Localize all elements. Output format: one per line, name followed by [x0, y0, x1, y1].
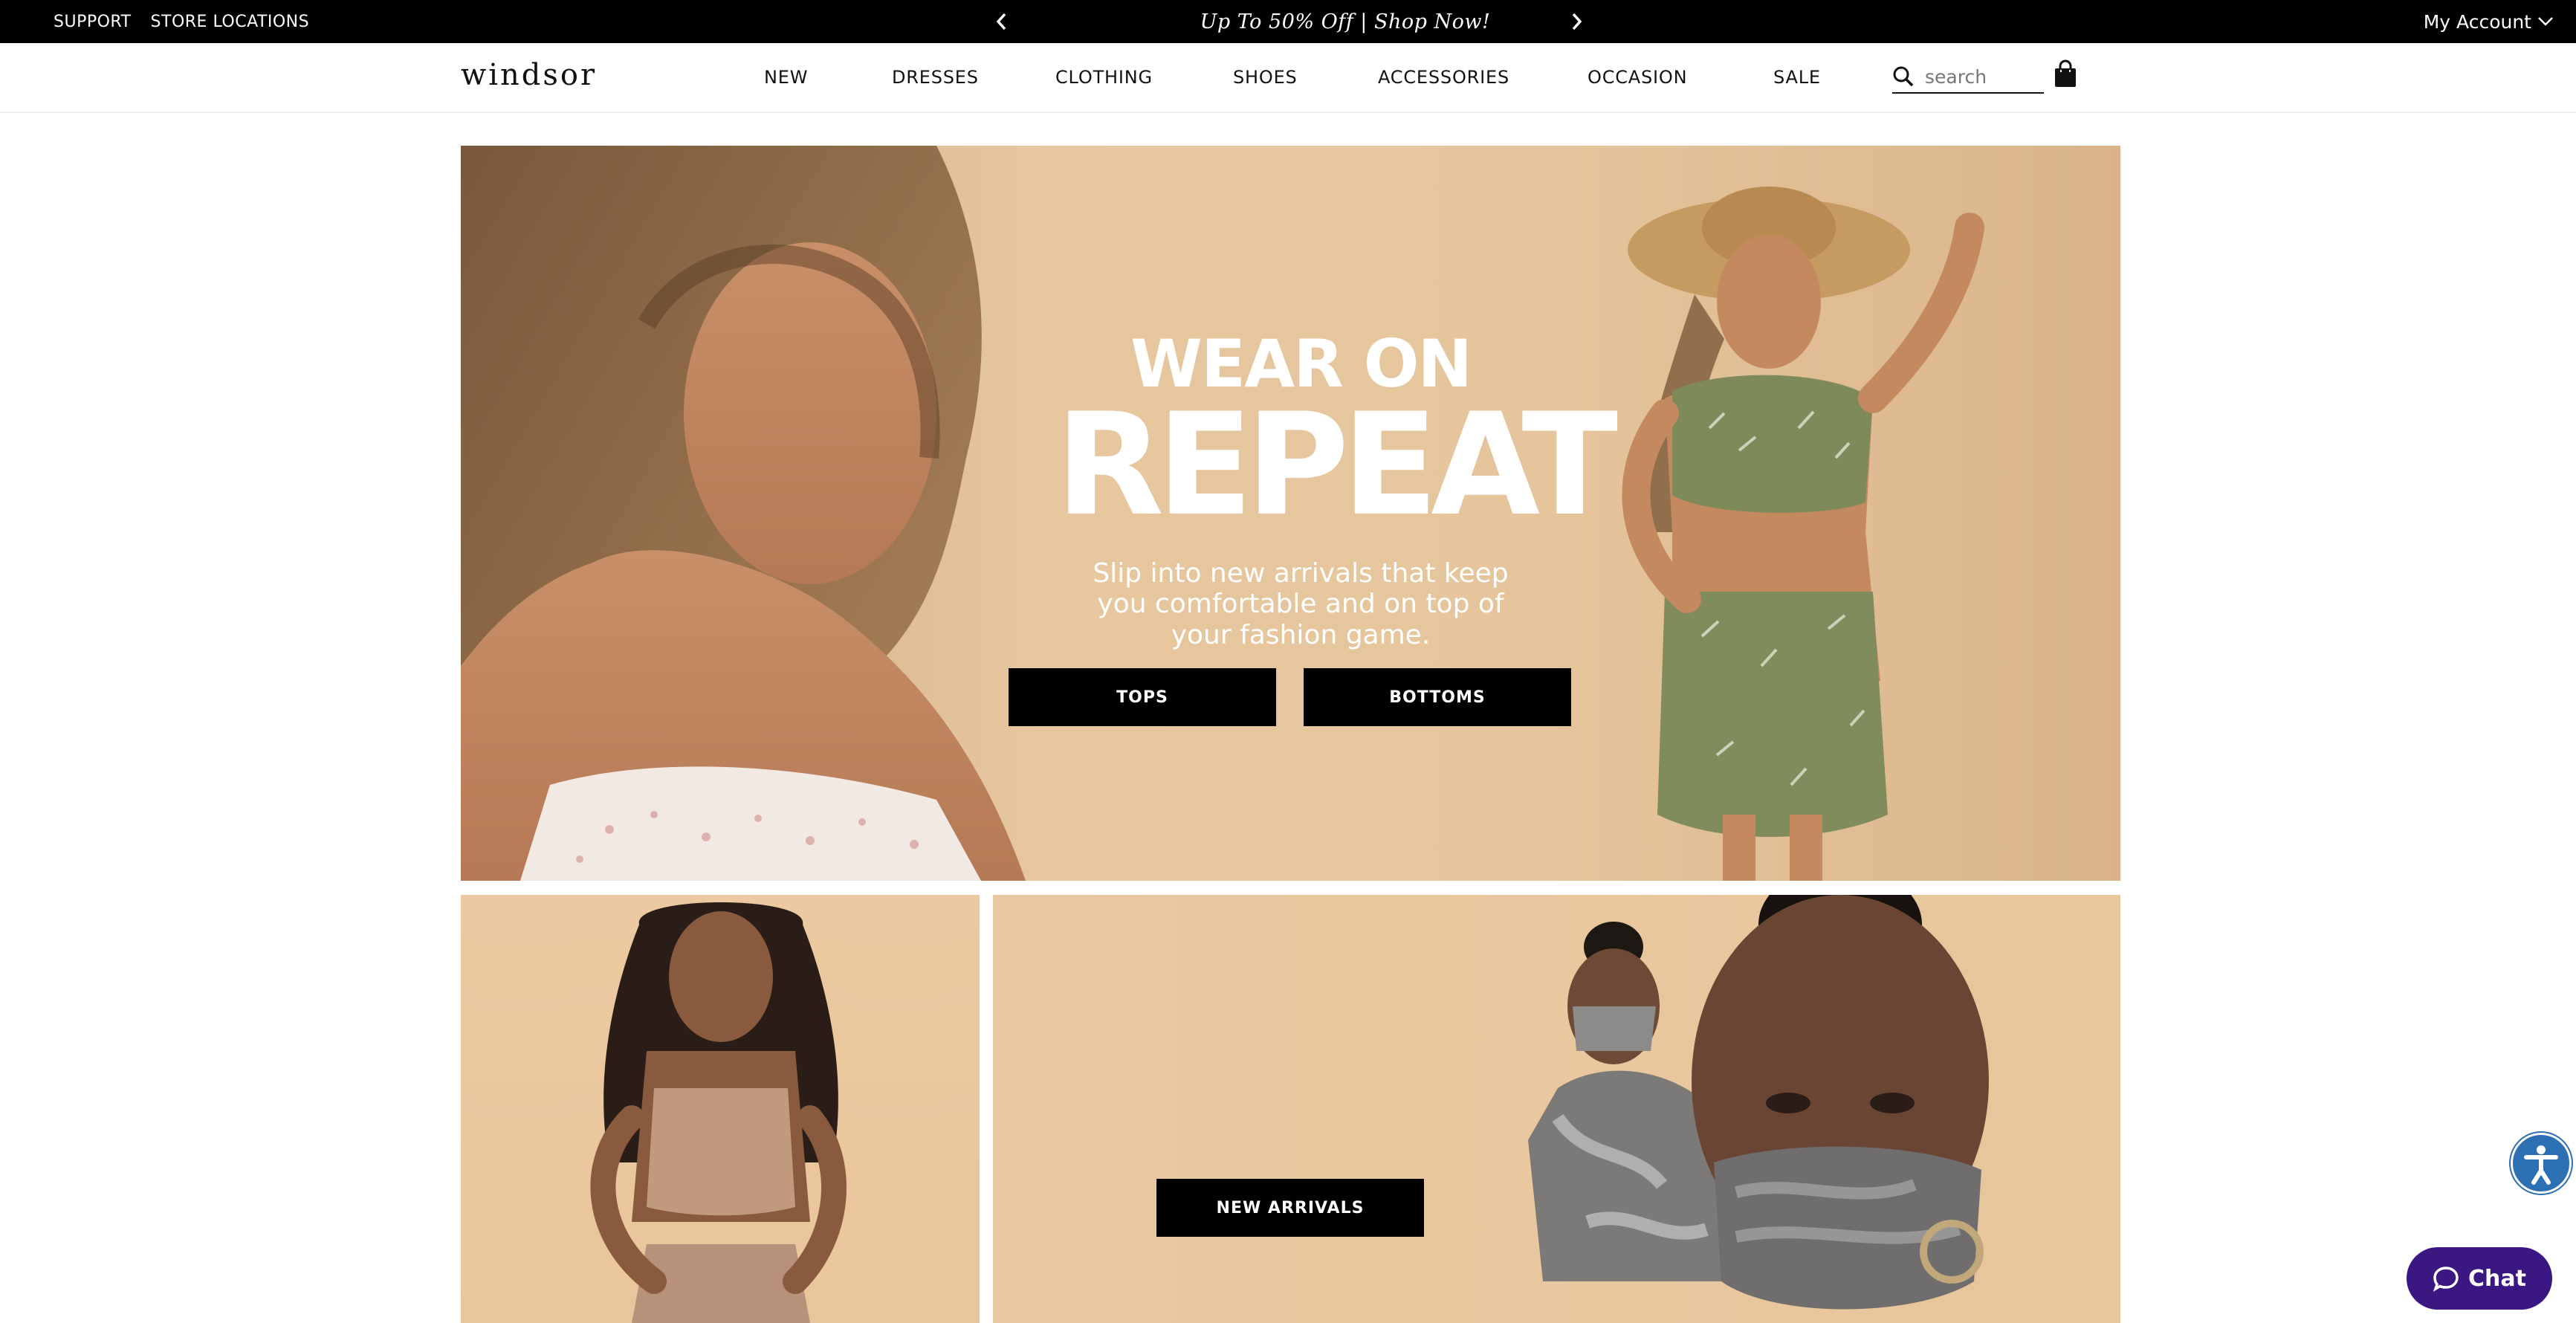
utility-links: SUPPORT STORE LOCATIONS: [54, 0, 309, 43]
chat-label: Chat: [2468, 1265, 2526, 1292]
nav-item-occasion[interactable]: OCCASION: [1588, 67, 1687, 88]
hero-model-left-image: [461, 146, 1026, 881]
new-arrivals-button[interactable]: NEW ARRIVALS: [1156, 1179, 1424, 1237]
my-account-label: My Account: [2423, 10, 2531, 33]
windsor-logo[interactable]: windsor: [461, 58, 597, 92]
shopping-bag-icon[interactable]: [2053, 59, 2078, 89]
hero-banner[interactable]: WEAR ON REPEAT Slip into new arrivals th…: [461, 146, 2120, 881]
hero-headline: REPEAT: [1055, 383, 1618, 547]
main-navigation: windsor NEW DRESSES CLOTHING SHOES ACCES…: [0, 43, 2576, 113]
promo-message[interactable]: Up To 50% Off | Shop Now!: [1159, 0, 1531, 43]
promo-top-bar: SUPPORT STORE LOCATIONS Up To 50% Off | …: [0, 0, 2576, 43]
tile-right-models-image: [1528, 895, 1989, 1310]
support-link[interactable]: SUPPORT: [54, 13, 132, 31]
search-icon[interactable]: [1892, 65, 1915, 88]
tops-button[interactable]: TOPS: [1009, 668, 1276, 726]
hero-text-block: WEAR ON REPEAT Slip into new arrivals th…: [1055, 331, 1618, 650]
promo-prev-arrow-icon[interactable]: [988, 8, 1014, 35]
nav-item-sale[interactable]: SALE: [1773, 67, 1821, 88]
nav-item-dresses[interactable]: DRESSES: [892, 67, 979, 88]
nav-item-new[interactable]: NEW: [764, 67, 808, 88]
tile-left-model-image: [590, 902, 847, 1323]
search-box[interactable]: [1892, 61, 2044, 94]
promo-tile-right[interactable]: NEW ARRIVALS: [993, 895, 2120, 1323]
nav-item-shoes[interactable]: SHOES: [1233, 67, 1298, 88]
hero-subtext: Slip into new arrivals that keep you com…: [1093, 558, 1509, 650]
store-locations-link[interactable]: STORE LOCATIONS: [151, 13, 310, 31]
nav-item-clothing[interactable]: CLOTHING: [1055, 67, 1153, 88]
accessibility-button[interactable]: [2511, 1133, 2572, 1194]
accessibility-icon: [2524, 1145, 2558, 1185]
search-input[interactable]: [1923, 65, 2038, 88]
chat-bubble-icon: [2433, 1267, 2459, 1292]
nav-item-accessories[interactable]: ACCESSORIES: [1378, 67, 1509, 88]
promo-next-arrow-icon[interactable]: [1564, 8, 1590, 35]
chevron-down-icon: [2538, 17, 2553, 26]
chat-button[interactable]: Chat: [2407, 1247, 2552, 1310]
my-account-menu[interactable]: My Account: [2424, 0, 2554, 43]
promo-tile-left[interactable]: [461, 895, 980, 1323]
bottoms-button[interactable]: BOTTOMS: [1304, 668, 1571, 726]
